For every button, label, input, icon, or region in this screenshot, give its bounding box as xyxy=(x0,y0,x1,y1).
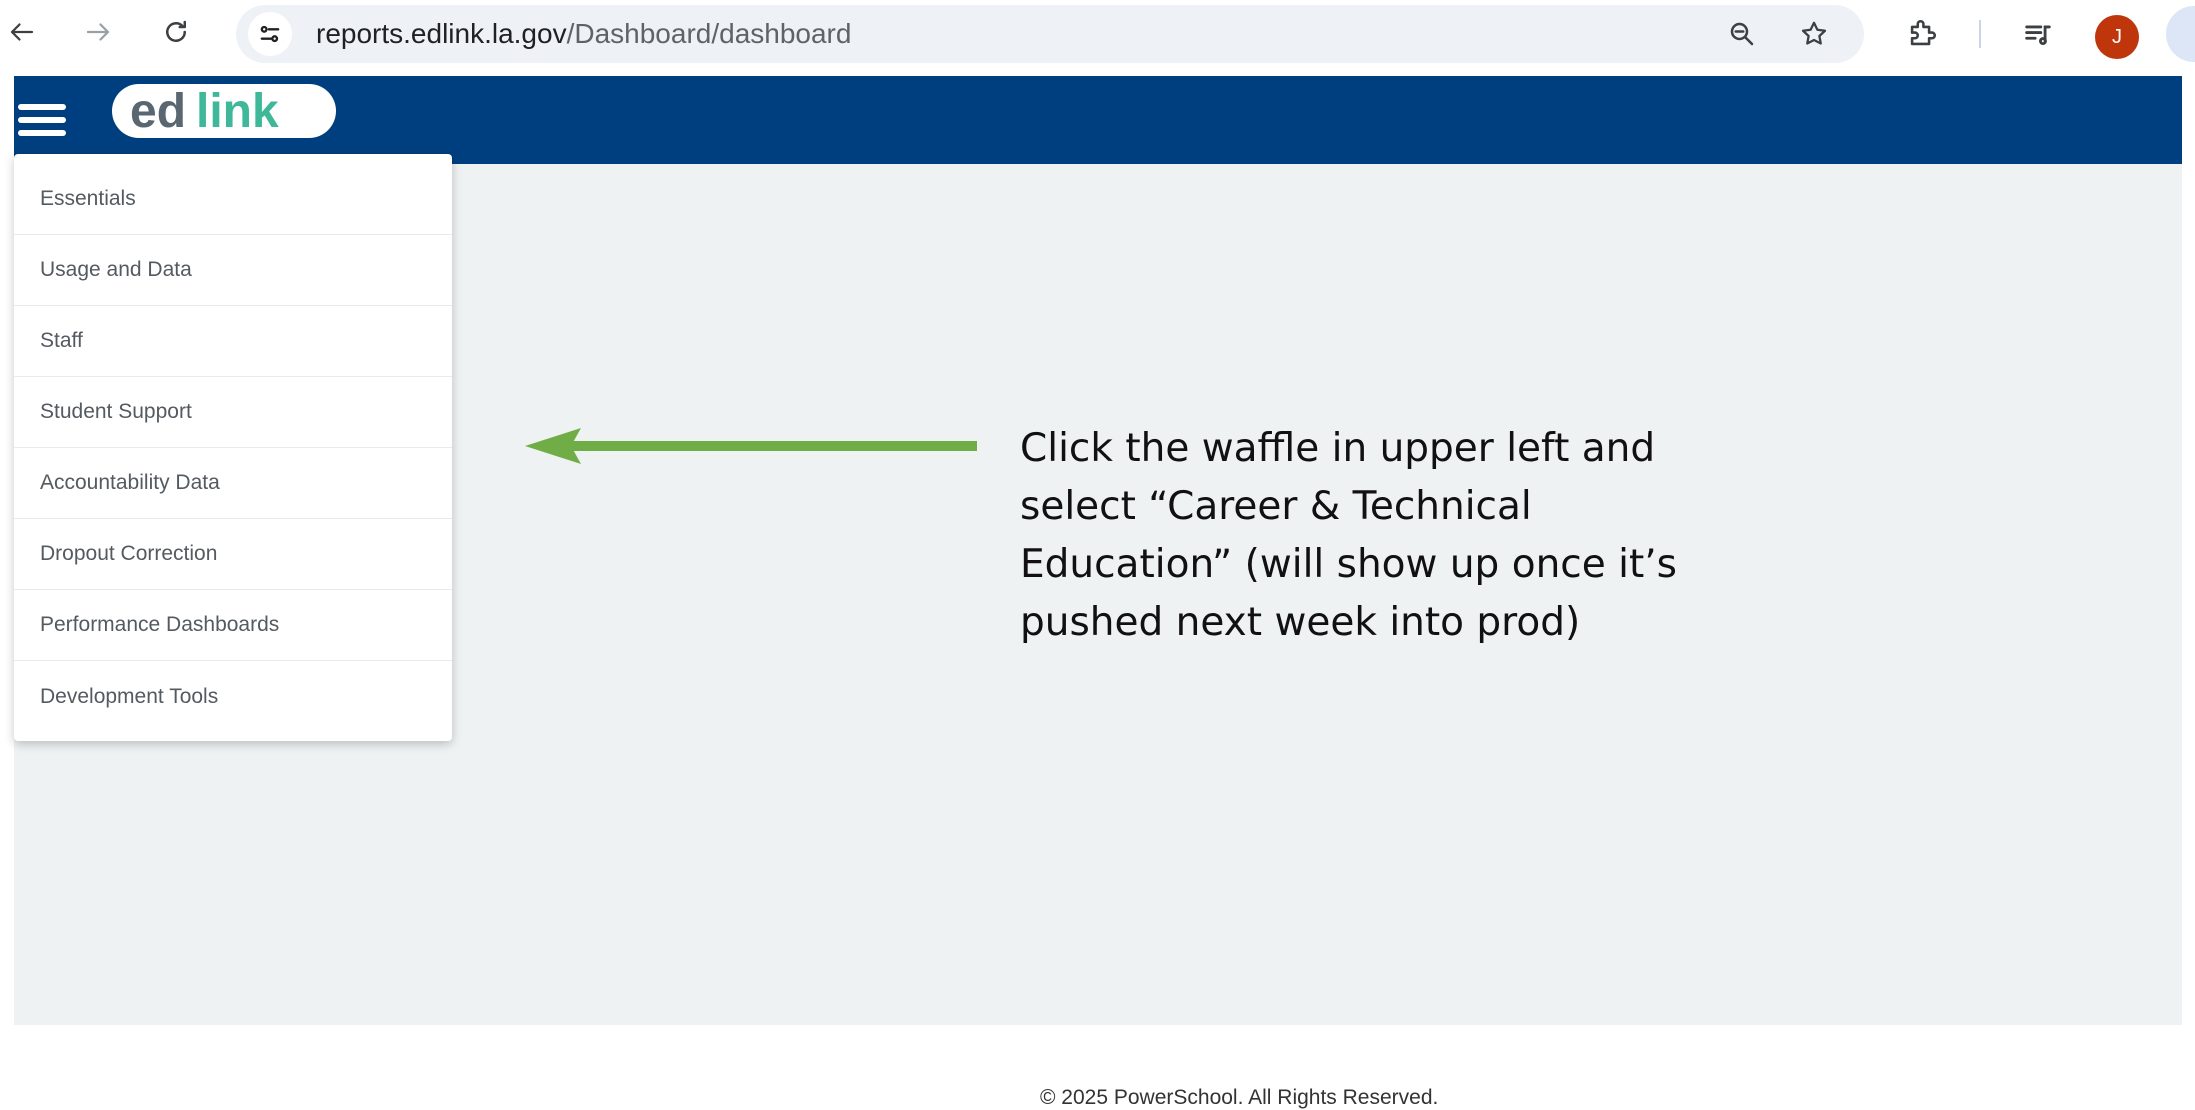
menu-item-label: Development Tools xyxy=(40,684,219,708)
menu-item-label: Usage and Data xyxy=(40,258,192,281)
menu-item-essentials[interactable]: Essentials xyxy=(14,164,452,235)
menu-item-usage-and-data[interactable]: Usage and Data xyxy=(14,235,452,306)
menu-item-label: Essentials xyxy=(40,187,136,210)
profile-avatar[interactable]: J xyxy=(2095,15,2139,59)
reload-icon[interactable] xyxy=(154,10,198,54)
media-queue-icon[interactable] xyxy=(2016,12,2060,56)
url-text[interactable]: reports.edlink.la.gov/Dashboard/dashboar… xyxy=(316,18,851,50)
menu-item-dropout-correction[interactable]: Dropout Correction xyxy=(14,519,452,590)
menu-item-student-support[interactable]: Student Support xyxy=(14,377,452,448)
side-panel-button[interactable] xyxy=(2166,6,2195,62)
annotation-arrow xyxy=(525,428,977,464)
navigation-menu: Essentials Usage and Data Staff Student … xyxy=(14,154,452,741)
menu-item-staff[interactable]: Staff xyxy=(14,306,452,377)
url-path: /Dashboard/dashboard xyxy=(566,18,852,49)
app-header: ed link xyxy=(14,76,2182,164)
url-host: reports.edlink.la.gov xyxy=(316,18,567,49)
menu-item-label: Performance Dashboards xyxy=(40,613,280,636)
svg-text:link: link xyxy=(196,85,279,138)
menu-item-performance-dashboards[interactable]: Performance Dashboards xyxy=(14,590,452,661)
back-arrow-icon[interactable] xyxy=(0,10,44,54)
address-bar[interactable]: reports.edlink.la.gov/Dashboard/dashboar… xyxy=(236,5,1864,63)
zoom-out-icon[interactable] xyxy=(1722,14,1762,54)
edlink-logo[interactable]: ed link xyxy=(110,80,340,142)
menu-item-label: Student Support xyxy=(40,400,192,423)
menu-item-label: Dropout Correction xyxy=(40,542,218,565)
menu-item-accountability-data[interactable]: Accountability Data xyxy=(14,448,452,519)
menu-item-label: Accountability Data xyxy=(40,471,220,494)
site-settings-icon[interactable] xyxy=(248,12,292,56)
svg-text:ed: ed xyxy=(130,85,186,138)
hamburger-menu-icon[interactable] xyxy=(14,92,70,148)
menu-item-development-tools[interactable]: Development Tools xyxy=(14,661,452,732)
profile-initial: J xyxy=(2112,25,2122,48)
star-icon[interactable] xyxy=(1794,14,1834,54)
browser-toolbar: reports.edlink.la.gov/Dashboard/dashboar… xyxy=(0,0,2195,70)
toolbar-divider xyxy=(1979,20,1981,48)
forward-arrow-icon[interactable] xyxy=(76,10,120,54)
extensions-icon[interactable] xyxy=(1900,12,1944,56)
menu-item-label: Staff xyxy=(40,329,83,352)
copyright-footer: © 2025 PowerSchool. All Rights Reserved. xyxy=(1040,1086,1439,1109)
annotation-text: Click the waffle in upper left and selec… xyxy=(1020,426,1677,645)
